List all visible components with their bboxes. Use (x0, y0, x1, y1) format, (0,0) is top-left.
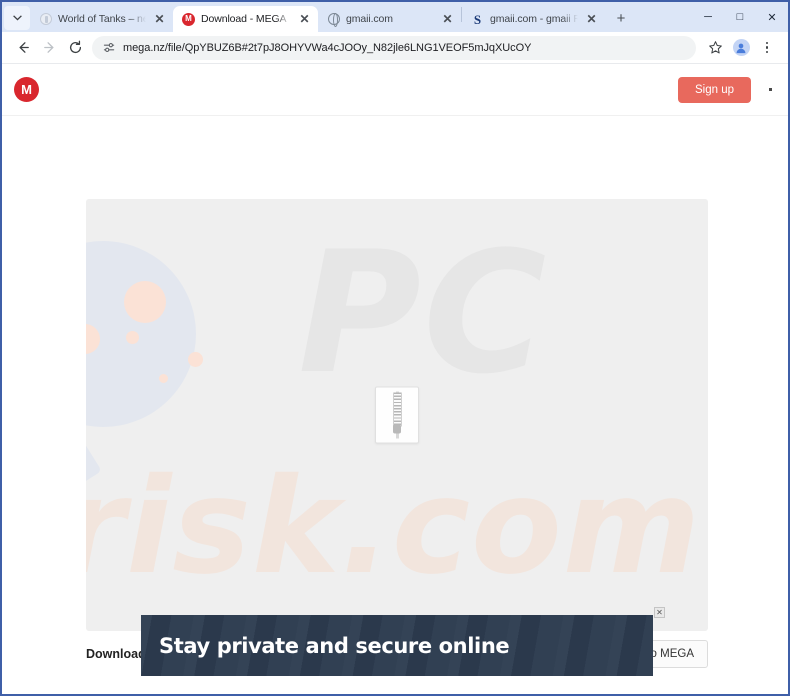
ad-banner-wrapper: Stay private and secure online ✕ (141, 607, 665, 676)
new-tab-button[interactable]: + (609, 6, 633, 30)
bookmark-button[interactable] (702, 35, 728, 61)
tab-close-icon[interactable]: ✕ (584, 12, 599, 27)
back-button[interactable] (10, 35, 36, 61)
reload-button[interactable] (62, 35, 88, 61)
star-icon (708, 41, 722, 54)
window-controls: ─ □ ✕ (692, 2, 788, 32)
tab-title: Download - MEGA (201, 13, 287, 25)
page-viewport: M Sign up PC risk.com Save to MEGA Stay … (2, 64, 788, 694)
file-preview-card: PC risk.com (86, 199, 708, 631)
tab-close-icon[interactable]: ✕ (297, 12, 312, 27)
tab-title: gmaii.com - gmaii Resourc (490, 13, 578, 25)
kebab-menu-icon (769, 88, 772, 91)
s-logo-icon: S (473, 11, 482, 27)
ad-close-icon[interactable]: ✕ (654, 607, 665, 618)
sign-up-button[interactable]: Sign up (677, 76, 751, 103)
zipper-glyph (392, 391, 403, 439)
browser-tab-gmaii-resource[interactable]: S gmaii.com - gmaii Resourc ✕ (462, 6, 605, 32)
watermark-dot (124, 281, 166, 323)
browser-toolbar: mega.nz/file/QpYBUZ6B#2t7pJ8OHYVWa4cJOOy… (2, 32, 788, 64)
mega-site-header: M Sign up (2, 64, 788, 116)
maximize-button[interactable]: □ (724, 2, 756, 32)
watermark-text-pc: PC (298, 215, 549, 411)
tab-search-chevron-down-icon[interactable] (4, 6, 30, 30)
globe-icon (327, 13, 340, 27)
mega-header-menu-button[interactable] (767, 84, 774, 95)
reload-icon (69, 40, 81, 54)
browser-tab-world-of-tanks[interactable]: World of Tanks – nemokam ✕ (30, 6, 173, 32)
close-window-button[interactable]: ✕ (756, 2, 788, 32)
chevron-down-icon (12, 15, 22, 21)
tab-strip: World of Tanks – nemokam ✕ M Download - … (2, 2, 788, 32)
browser-window: World of Tanks – nemokam ✕ M Download - … (0, 0, 790, 696)
minimize-button[interactable]: ─ (692, 2, 724, 32)
kebab-menu-icon (765, 41, 769, 54)
mega-logo-icon[interactable]: M (14, 77, 39, 102)
browser-tab-gmaii[interactable]: gmaii.com ✕ (318, 6, 461, 32)
watermark-dot (188, 352, 203, 367)
shield-icon (39, 13, 52, 26)
watermark-magnifier-circle (86, 241, 196, 427)
tab-close-icon[interactable]: ✕ (440, 12, 455, 27)
watermark-dot (159, 374, 168, 383)
zip-file-icon (375, 386, 419, 444)
ad-banner[interactable]: Stay private and secure online (141, 615, 653, 676)
browser-menu-button[interactable] (754, 35, 780, 61)
profile-avatar-icon (732, 39, 750, 56)
forward-arrow-icon (43, 42, 53, 53)
address-bar-url: mega.nz/file/QpYBUZ6B#2t7pJ8OHYVWa4cJOOy… (123, 41, 532, 54)
browser-tab-download-mega[interactable]: M Download - MEGA ✕ (173, 6, 318, 32)
person-icon (736, 43, 746, 53)
forward-button[interactable] (36, 35, 62, 61)
ad-headline: Stay private and secure online (159, 633, 510, 658)
tab-title: gmaii.com (346, 13, 393, 25)
profile-button[interactable] (728, 35, 754, 61)
mega-icon: M (182, 12, 195, 26)
watermark-text-risk: risk.com (86, 450, 702, 604)
tab-title: World of Tanks – nemokam (58, 13, 146, 25)
sliders-icon (103, 43, 114, 52)
watermark-dot (126, 331, 139, 344)
back-arrow-icon (19, 42, 29, 53)
site-settings-icon[interactable] (102, 41, 116, 55)
address-bar[interactable]: mega.nz/file/QpYBUZ6B#2t7pJ8OHYVWa4cJOOy… (92, 35, 696, 60)
tab-close-icon[interactable]: ✕ (152, 12, 167, 27)
